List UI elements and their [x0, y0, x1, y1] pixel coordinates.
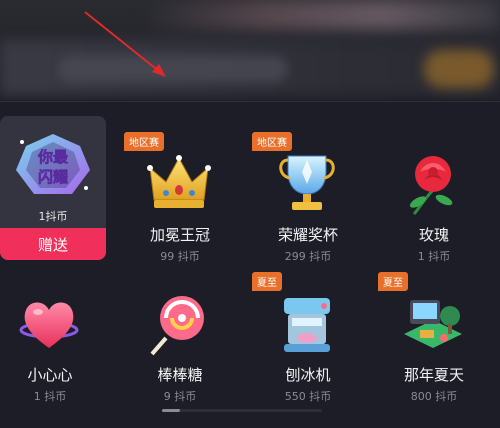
gift-item-lollipop[interactable]: 棒棒糖 9 抖币 — [124, 272, 236, 412]
gift-item-ice-machine[interactable]: 夏至 刨冰机 550 抖币 — [252, 272, 364, 412]
gift-price: 299 抖币 — [284, 250, 332, 263]
gift-badge: 夏至 — [252, 272, 282, 291]
gift-name: 加冕王冠 — [149, 226, 210, 244]
gift-name: 刨冰机 — [285, 366, 331, 384]
svg-text:闪耀: 闪耀 — [38, 168, 68, 186]
gift-item-summer-scene[interactable]: 夏至 那年夏天 800 抖币 — [378, 272, 490, 412]
selected-gift-price: 1抖币 — [38, 210, 68, 223]
crown-icon — [147, 155, 211, 208]
blurred-video-strip — [150, 0, 500, 30]
gift-price: 800 抖币 — [410, 390, 458, 403]
shine-badge-icon: 你最 闪耀 — [16, 134, 90, 194]
selected-gift-card[interactable]: 你最 闪耀 1抖币 赠送 — [0, 116, 106, 260]
gift-badge: 地区赛 — [124, 132, 164, 151]
gift-price: 550 抖币 — [284, 390, 332, 403]
heart-icon — [19, 302, 79, 348]
rose-icon — [409, 156, 453, 216]
page-scroll-indicator — [162, 409, 322, 412]
ice-machine-icon — [284, 298, 330, 352]
send-gift-button[interactable]: 赠送 — [0, 228, 106, 260]
svg-text:你最: 你最 — [37, 148, 69, 166]
gift-name: 荣耀奖杯 — [277, 226, 338, 244]
summer-scene-icon — [404, 300, 462, 348]
panel-divider — [0, 101, 500, 102]
gift-badge: 地区赛 — [252, 132, 292, 151]
gift-name: 棒棒糖 — [157, 366, 203, 384]
gift-price: 9 抖币 — [163, 390, 197, 403]
gift-name: 那年夏天 — [403, 366, 464, 384]
blurred-stream-header — [0, 0, 500, 100]
scroll-thumb — [162, 409, 180, 412]
trophy-icon — [279, 155, 335, 210]
gift-item-trophy[interactable]: 地区赛 荣耀奖杯 299 抖币 — [252, 132, 364, 272]
gift-badge: 夏至 — [378, 272, 408, 291]
gift-price: 1 抖币 — [417, 250, 451, 263]
blurred-input — [58, 56, 288, 82]
gift-item-heart[interactable]: 小心心 1 抖币 — [0, 272, 106, 412]
gift-price: 99 抖币 — [160, 250, 200, 263]
gift-price: 1 抖币 — [33, 390, 67, 403]
gift-item-rose[interactable]: 玫瑰 1 抖币 — [378, 132, 490, 272]
gift-item-crown[interactable]: 地区赛 加冕王冠 99 抖币 — [124, 132, 236, 272]
lollipop-icon — [150, 296, 204, 356]
gift-name: 玫瑰 — [418, 226, 449, 244]
blurred-button — [424, 50, 494, 88]
gift-name: 小心心 — [27, 366, 73, 384]
